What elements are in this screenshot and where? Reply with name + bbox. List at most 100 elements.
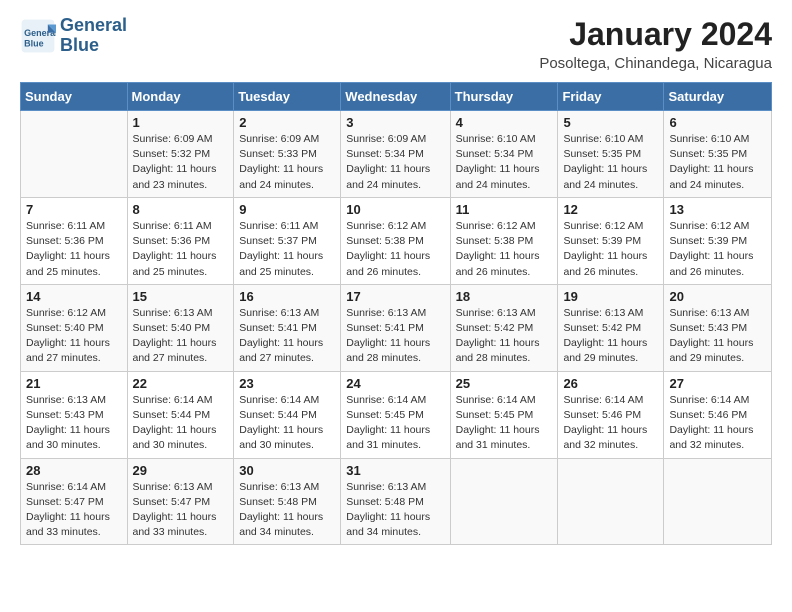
calendar-cell: 17 Sunrise: 6:13 AM Sunset: 5:41 PM Dayligh… bbox=[341, 284, 450, 371]
day-number: 9 bbox=[239, 202, 335, 217]
day-number: 2 bbox=[239, 115, 335, 130]
calendar-week-5: 28Sunrise: 6:14 AMSunset: 5:47 PMDayligh… bbox=[21, 458, 772, 545]
daylight-text: Daylight: 11 hours bbox=[26, 250, 110, 262]
day-detail: Sunrise: 6:14 AMSunset: 5:44 PMDaylight:… bbox=[239, 393, 335, 454]
calendar-cell: 19Sunrise: 6:13 AMSunset: 5:42 PMDayligh… bbox=[558, 284, 664, 371]
col-thursday: Thursday bbox=[450, 83, 558, 111]
day-number: 24 bbox=[346, 376, 444, 391]
sunrise-text: Sunrise: 6:09 AM bbox=[133, 133, 213, 145]
daylight-text2: and 29 minutes. bbox=[669, 352, 744, 364]
sunset-text: Sunset: 5:33 PM bbox=[239, 148, 317, 160]
daylight-text: Daylight: 11 hours bbox=[26, 511, 110, 523]
daylight-text: Daylight: 11 hours bbox=[26, 424, 110, 436]
calendar-cell: 7 Sunrise: 6:11 AMSunset: 5:36 PMDaylight… bbox=[21, 197, 128, 284]
day-detail: Sunrise: 6:12 AMSunset: 5:40 PMDaylight:… bbox=[26, 306, 122, 367]
sunset-text: Sunset: 5:41 PM bbox=[346, 322, 424, 334]
calendar-cell: 20Sunrise: 6:13 AMSunset: 5:43 PMDayligh… bbox=[664, 284, 772, 371]
sunrise-text: Sunrise: 6:13 AM bbox=[26, 394, 106, 406]
day-detail: Sunrise: 6:12 AMSunset: 5:39 PMDaylight:… bbox=[563, 219, 658, 280]
daylight-text2: and 32 minutes. bbox=[669, 439, 744, 451]
sunrise-text: Sunrise: 6:13 AM bbox=[239, 307, 319, 319]
calendar-cell: 9 Sunrise: 6:11 AMSunset: 5:37 PMDaylight… bbox=[234, 197, 341, 284]
day-number: 17 bbox=[346, 289, 444, 304]
day-number: 14 bbox=[26, 289, 122, 304]
daylight-text: Daylight: 11 hours bbox=[346, 250, 430, 262]
main-title: January 2024 bbox=[539, 16, 772, 53]
daylight-text2: and 25 minutes. bbox=[133, 266, 208, 278]
sunrise-text: Sunrise: 6:14 AM bbox=[26, 481, 106, 493]
sunset-text: Sunset: 5:47 PM bbox=[26, 496, 104, 508]
sunrise-text: Sunrise: 6:12 AM bbox=[26, 307, 106, 319]
daylight-text: Daylight: 11 hours bbox=[669, 337, 753, 349]
sunset-text: Sunset: 5:45 PM bbox=[456, 409, 534, 421]
sunset-text: Sunset: 5:37 PM bbox=[239, 235, 317, 247]
day-detail: Sunrise: 6:11 AMSunset: 5:36 PMDaylight:… bbox=[26, 219, 122, 280]
day-number: 27 bbox=[669, 376, 766, 391]
sunrise-text: Sunrise: 6:13 AM bbox=[456, 307, 536, 319]
col-friday: Friday bbox=[558, 83, 664, 111]
day-detail: Sunrise: 6:10 AMSunset: 5:34 PMDaylight:… bbox=[456, 132, 553, 193]
day-detail: Sunrise: 6:14 AMSunset: 5:46 PMDaylight:… bbox=[669, 393, 766, 454]
daylight-text2: and 26 minutes. bbox=[669, 266, 744, 278]
day-number: 6 bbox=[669, 115, 766, 130]
day-detail: Sunrise: 6:13 AMSunset: 5:48 PMDaylight:… bbox=[239, 480, 335, 541]
col-wednesday: Wednesday bbox=[341, 83, 450, 111]
daylight-text: Daylight: 11 hours bbox=[346, 163, 430, 175]
daylight-text: Daylight: 11 hours bbox=[133, 337, 217, 349]
daylight-text: Daylight: 11 hours bbox=[669, 250, 753, 262]
calendar-cell: 25Sunrise: 6:14 AMSunset: 5:45 PMDayligh… bbox=[450, 371, 558, 458]
calendar-cell: 2 Sunrise: 6:09 AMSunset: 5:33 PMDaylight… bbox=[234, 111, 341, 198]
day-number: 8 bbox=[133, 202, 229, 217]
sunset-text: Sunset: 5:44 PM bbox=[133, 409, 211, 421]
day-number: 29 bbox=[133, 463, 229, 478]
day-detail: Sunrise: 6:10 AMSunset: 5:35 PMDaylight:… bbox=[563, 132, 658, 193]
calendar-cell: 23Sunrise: 6:14 AMSunset: 5:44 PMDayligh… bbox=[234, 371, 341, 458]
daylight-text: Daylight: 11 hours bbox=[239, 250, 323, 262]
day-detail: Sunrise: 6:09 AMSunset: 5:32 PMDaylight:… bbox=[133, 132, 229, 193]
sunrise-text: Sunrise: 6:13 AM bbox=[133, 481, 213, 493]
subtitle: Posoltega, Chinandega, Nicaragua bbox=[539, 55, 772, 72]
daylight-text: Daylight: 11 hours bbox=[563, 250, 647, 262]
daylight-text2: and 24 minutes. bbox=[239, 179, 314, 191]
sunset-text: Sunset: 5:46 PM bbox=[563, 409, 641, 421]
sunrise-text: Sunrise: 6:14 AM bbox=[669, 394, 749, 406]
day-detail: Sunrise: 6:14 AMSunset: 5:46 PMDaylight:… bbox=[563, 393, 658, 454]
sunrise-text: Sunrise: 6:13 AM bbox=[669, 307, 749, 319]
daylight-text2: and 23 minutes. bbox=[133, 179, 208, 191]
day-number: 1 bbox=[133, 115, 229, 130]
calendar-header-row: Sunday Monday Tuesday Wednesday Thursday… bbox=[21, 83, 772, 111]
calendar-cell bbox=[558, 458, 664, 545]
day-number: 15 bbox=[133, 289, 229, 304]
daylight-text2: and 24 minutes. bbox=[456, 179, 531, 191]
sunrise-text: Sunrise: 6:10 AM bbox=[669, 133, 749, 145]
daylight-text: Daylight: 11 hours bbox=[239, 511, 323, 523]
day-detail: Sunrise: 6:09 AMSunset: 5:33 PMDaylight:… bbox=[239, 132, 335, 193]
day-detail: Sunrise: 6:11 AMSunset: 5:37 PMDaylight:… bbox=[239, 219, 335, 280]
sunrise-text: Sunrise: 6:09 AM bbox=[346, 133, 426, 145]
title-block: January 2024 Posoltega, Chinandega, Nica… bbox=[539, 16, 772, 72]
daylight-text2: and 31 minutes. bbox=[456, 439, 531, 451]
calendar-cell: 12Sunrise: 6:12 AMSunset: 5:39 PMDayligh… bbox=[558, 197, 664, 284]
daylight-text2: and 30 minutes. bbox=[26, 439, 101, 451]
sunrise-text: Sunrise: 6:13 AM bbox=[346, 307, 426, 319]
daylight-text: Daylight: 11 hours bbox=[346, 337, 430, 349]
sunrise-text: Sunrise: 6:10 AM bbox=[563, 133, 643, 145]
calendar-cell: 27 Sunrise: 6:14 AMSunset: 5:46 PMDayligh… bbox=[664, 371, 772, 458]
header: General Blue General Blue January 2024 P… bbox=[20, 16, 772, 72]
daylight-text2: and 31 minutes. bbox=[346, 439, 421, 451]
daylight-text: Daylight: 11 hours bbox=[669, 424, 753, 436]
sunrise-text: Sunrise: 6:13 AM bbox=[239, 481, 319, 493]
day-number: 5 bbox=[563, 115, 658, 130]
calendar-cell: 4Sunrise: 6:10 AMSunset: 5:34 PMDaylight… bbox=[450, 111, 558, 198]
day-number: 31 bbox=[346, 463, 444, 478]
daylight-text2: and 24 minutes. bbox=[563, 179, 638, 191]
day-detail: Sunrise: 6:13 AMSunset: 5:43 PMDaylight:… bbox=[669, 306, 766, 367]
sunset-text: Sunset: 5:39 PM bbox=[669, 235, 747, 247]
calendar-cell: 14 Sunrise: 6:12 AMSunset: 5:40 PMDayligh… bbox=[21, 284, 128, 371]
calendar-cell bbox=[664, 458, 772, 545]
day-detail: Sunrise: 6:12 AMSunset: 5:38 PMDaylight:… bbox=[346, 219, 444, 280]
day-number: 7 bbox=[26, 202, 122, 217]
calendar-cell: 3Sunrise: 6:09 AMSunset: 5:34 PMDaylight… bbox=[341, 111, 450, 198]
sunset-text: Sunset: 5:44 PM bbox=[239, 409, 317, 421]
daylight-text2: and 24 minutes. bbox=[346, 179, 421, 191]
